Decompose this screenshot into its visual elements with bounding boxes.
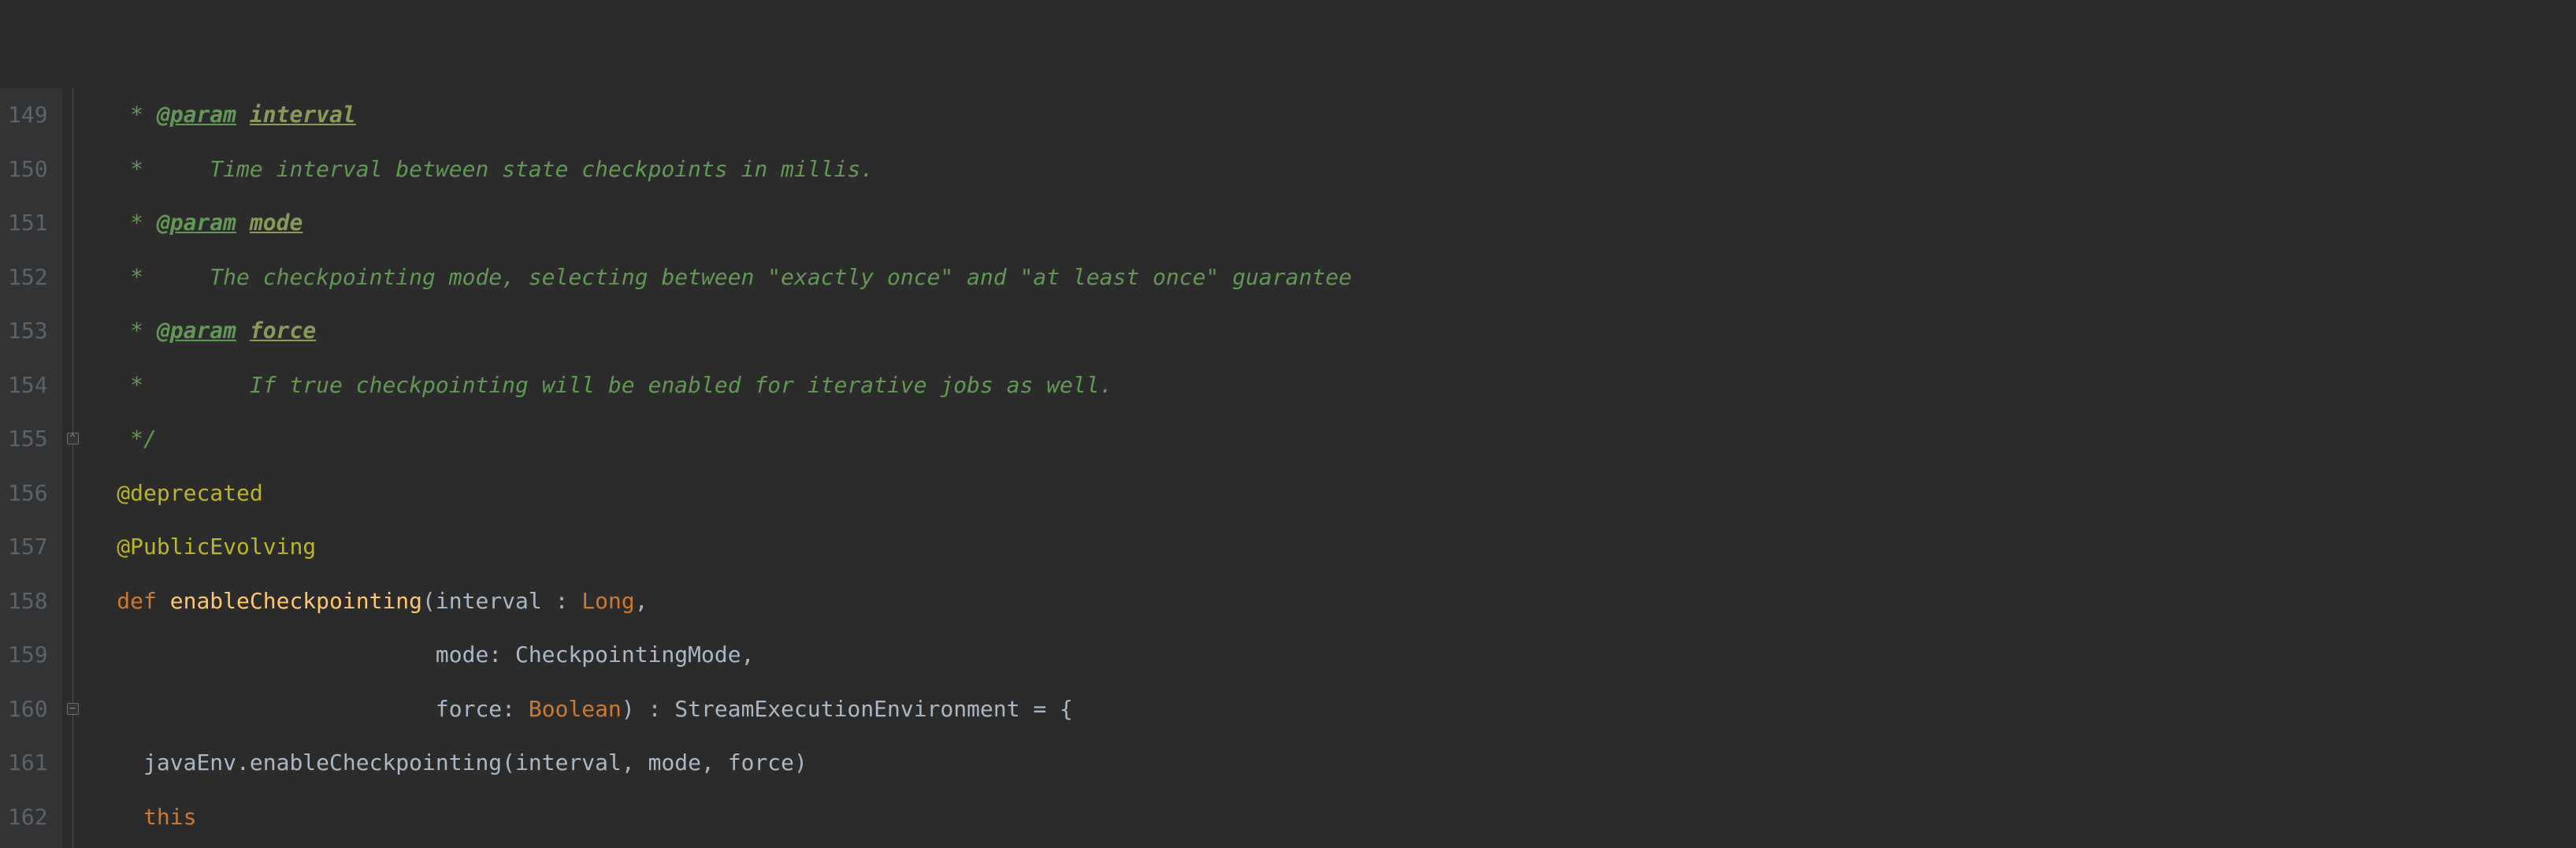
code-token: interval — [250, 104, 356, 126]
code-token: * The checkpointing mode, selecting betw… — [91, 266, 1352, 288]
code-line[interactable]: this — [91, 790, 2576, 845]
code-token: @param — [157, 104, 236, 126]
code-line[interactable]: } — [91, 844, 2576, 848]
line-number: 158 — [8, 575, 48, 629]
line-number: 152 — [8, 251, 48, 305]
code-line[interactable]: def enableCheckpointing(interval : Long, — [91, 575, 2576, 629]
code-token — [236, 104, 250, 126]
code-token: * If true checkpointing will be enabled … — [91, 374, 1113, 396]
code-line[interactable]: @deprecated — [91, 467, 2576, 521]
code-token: @param — [157, 212, 236, 234]
code-token: force: — [91, 698, 529, 720]
code-token: */ — [91, 428, 157, 450]
fold-end-icon[interactable]: ⌃ — [67, 433, 79, 444]
line-number: 156 — [8, 467, 48, 521]
code-token: mode: CheckpointingMode, — [91, 644, 755, 666]
code-token: @PublicEvolving — [91, 536, 317, 558]
code-line[interactable]: javaEnv.enableCheckpointing(interval, mo… — [91, 736, 2576, 790]
code-token: * — [91, 212, 157, 234]
code-token: Boolean — [529, 698, 622, 720]
fold-guide-line — [72, 88, 73, 848]
code-token: this — [143, 806, 196, 828]
line-number: 162 — [8, 790, 48, 845]
code-line[interactable]: * The checkpointing mode, selecting betw… — [91, 251, 2576, 305]
line-number-gutter: 1491501511521531541551561571581591601611… — [0, 88, 62, 848]
line-number: 159 — [8, 628, 48, 682]
code-token: , — [635, 590, 648, 612]
code-token: @deprecated — [91, 482, 263, 504]
line-number: 153 — [8, 304, 48, 359]
code-token: javaEnv.enableCheckpointing(interval, mo… — [91, 752, 807, 774]
code-token: * — [91, 320, 157, 342]
code-token — [157, 590, 170, 612]
code-token — [236, 212, 250, 234]
code-editor[interactable]: 1491501511521531541551561571581591601611… — [0, 88, 2576, 848]
code-line[interactable]: mode: CheckpointingMode, — [91, 628, 2576, 682]
code-token: ) : StreamExecutionEnvironment = { — [622, 698, 1073, 720]
line-number: 163 — [8, 844, 48, 848]
code-line[interactable]: * Time interval between state checkpoint… — [91, 143, 2576, 197]
code-token — [91, 806, 143, 828]
code-area[interactable]: * @param interval * Time interval betwee… — [84, 88, 2576, 848]
line-number: 150 — [8, 143, 48, 197]
line-number: 151 — [8, 196, 48, 251]
code-token — [91, 590, 117, 612]
code-line[interactable]: force: Boolean) : StreamExecutionEnviron… — [91, 682, 2576, 737]
line-number: 149 — [8, 88, 48, 143]
code-token: (interval : — [422, 590, 581, 612]
code-token: def — [117, 590, 157, 612]
code-token — [236, 320, 250, 342]
code-line[interactable]: * @param force — [91, 304, 2576, 359]
fold-toggle-icon[interactable]: − — [67, 703, 79, 715]
code-line[interactable]: * @param interval — [91, 88, 2576, 143]
code-token: enableCheckpointing — [170, 590, 422, 612]
code-line[interactable]: * @param mode — [91, 196, 2576, 251]
fold-column[interactable]: ⌃−⌃ — [62, 88, 84, 848]
line-number: 160 — [8, 682, 48, 737]
line-number: 154 — [8, 359, 48, 413]
code-token: * Time interval between state checkpoint… — [91, 158, 874, 180]
code-token: @param — [157, 320, 236, 342]
code-line[interactable]: */ — [91, 412, 2576, 467]
code-line[interactable]: * If true checkpointing will be enabled … — [91, 359, 2576, 413]
code-token: mode — [250, 212, 303, 234]
line-number: 155 — [8, 412, 48, 467]
line-number: 157 — [8, 520, 48, 575]
line-number: 161 — [8, 736, 48, 790]
code-line[interactable]: @PublicEvolving — [91, 520, 2576, 575]
code-token: force — [250, 320, 316, 342]
code-token: Long — [581, 590, 634, 612]
